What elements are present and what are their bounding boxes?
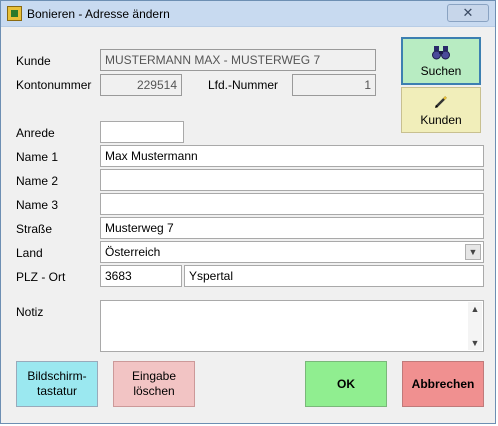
suchen-button[interactable]: Suchen [401,37,481,85]
window-title: Bonieren - Adresse ändern [27,7,170,21]
app-icon [7,6,22,21]
dialog-window: Bonieren - Adresse ändern ✕ Kunde MUSTER… [0,0,496,424]
abbrechen-button[interactable]: Abbrechen [402,361,484,407]
ok-button[interactable]: OK [305,361,387,407]
lfd-nummer-label: Lfd.-Nummer [208,78,279,92]
close-button[interactable]: ✕ [447,4,489,22]
kunde-field: MUSTERMANN MAX - MUSTERWEG 7 [100,49,376,71]
bildschirmtastatur-line2: tastatur [36,384,78,398]
notiz-textarea[interactable]: ▲ ▼ [100,300,484,352]
plz-ort-label: PLZ - Ort [16,270,66,284]
kunden-button-label: Kunden [420,112,462,127]
name2-input[interactable] [100,169,484,191]
eingabe-loeschen-button[interactable]: Eingabe löschen [113,361,195,407]
name1-input[interactable]: Max Mustermann [100,145,484,167]
scroll-up-icon[interactable]: ▲ [468,304,482,314]
anrede-label: Anrede [16,126,55,140]
eingabe-loeschen-line2: löschen [133,384,175,398]
lfd-nummer-field: 1 [292,74,376,96]
kontonummer-field: 229514 [100,74,182,96]
land-select-value: Österreich [105,245,161,259]
bildschirmtastatur-button[interactable]: Bildschirm- tastatur [16,361,98,407]
chevron-down-icon[interactable]: ▼ [465,244,481,260]
strasse-label: Straße [16,222,53,236]
scroll-down-icon[interactable]: ▼ [468,338,482,348]
name1-label: Name 1 [16,150,59,164]
notiz-scrollbar[interactable]: ▲ ▼ [468,302,482,350]
name3-label: Name 3 [16,198,59,212]
kunden-button[interactable]: Kunden [401,87,481,133]
plz-input[interactable]: 3683 [100,265,182,287]
eingabe-loeschen-line1: Eingabe [131,369,177,383]
land-label: Land [16,246,43,260]
strasse-input[interactable]: Musterweg 7 [100,217,484,239]
land-select[interactable]: Österreich ▼ [100,241,484,263]
title-bar: Bonieren - Adresse ändern ✕ [1,1,495,27]
form-area: Kunde MUSTERMANN MAX - MUSTERWEG 7 Konto… [6,31,490,419]
ort-input[interactable]: Yspertal [184,265,484,287]
name2-label: Name 2 [16,174,59,188]
pencil-icon [435,95,447,108]
notiz-label: Notiz [16,305,44,319]
binoculars-icon [432,45,450,59]
name3-input[interactable] [100,193,484,215]
kontonummer-label: Kontonummer [16,78,92,92]
bildschirmtastatur-line1: Bildschirm- [27,369,87,383]
kunde-label: Kunde [16,54,51,68]
anrede-input[interactable] [100,121,184,143]
suchen-button-label: Suchen [420,63,462,78]
